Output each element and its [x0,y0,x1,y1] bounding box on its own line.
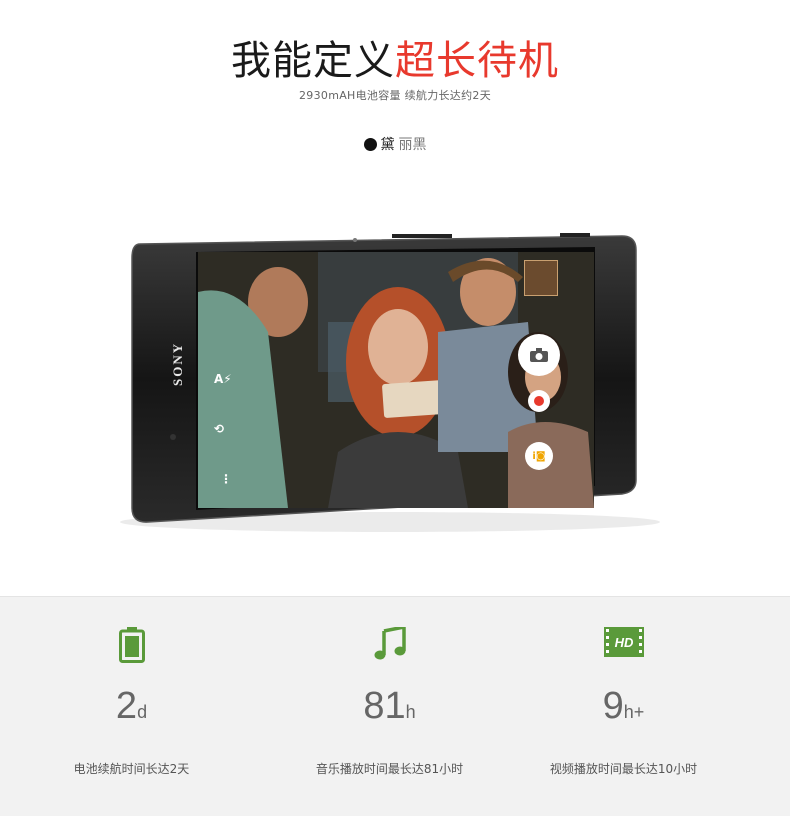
camera-icon [530,348,548,362]
hero-section: 我能定义超长待机 2930mAH电池容量 续航力长达约2天 黛丽黑 A⚡ ⟲ ⋮… [0,0,790,596]
stat-music: 81h 音乐播放时间最长达81小时 [258,597,521,816]
phone-screen: A⚡ ⟲ ⋮ i◙ [198,252,594,508]
more-options-icon[interactable]: ⋮ [220,472,232,486]
svg-text:HD: HD [614,635,633,650]
stat-video: HD 9h+ 视频播放时间最长达10小时 [492,597,755,816]
switch-camera-icon[interactable]: ⟲ [214,422,224,436]
flash-auto-icon[interactable]: A⚡ [214,372,232,386]
camera-apps-icon: i◙ [532,450,546,462]
stat-value: 9h+ [602,685,645,727]
stat-label: 视频播放时间最长达10小时 [549,762,698,776]
stats-section: 2d 电池续航时间长达2天 81h 音乐播放时间最长达81小时 HD 9h+ 视… [0,596,790,816]
stat-value: 81h [363,685,416,727]
battery-icon [118,627,145,663]
stat-battery: 2d 电池续航时间长达2天 [0,597,263,816]
brand-logo: SONY [170,341,185,386]
record-video-button[interactable] [528,390,550,412]
record-dot-icon [534,396,544,406]
camera-shutter-button[interactable] [518,334,560,376]
camera-apps-button[interactable]: i◙ [525,442,553,470]
stat-label: 电池续航时间长达2天 [73,762,190,776]
gallery-thumbnail[interactable] [524,260,558,296]
stat-label: 音乐播放时间最长达81小时 [315,762,464,776]
music-note-icon [374,627,406,660]
hd-video-icon: HD [603,627,644,657]
stat-value: 2d [115,685,148,727]
